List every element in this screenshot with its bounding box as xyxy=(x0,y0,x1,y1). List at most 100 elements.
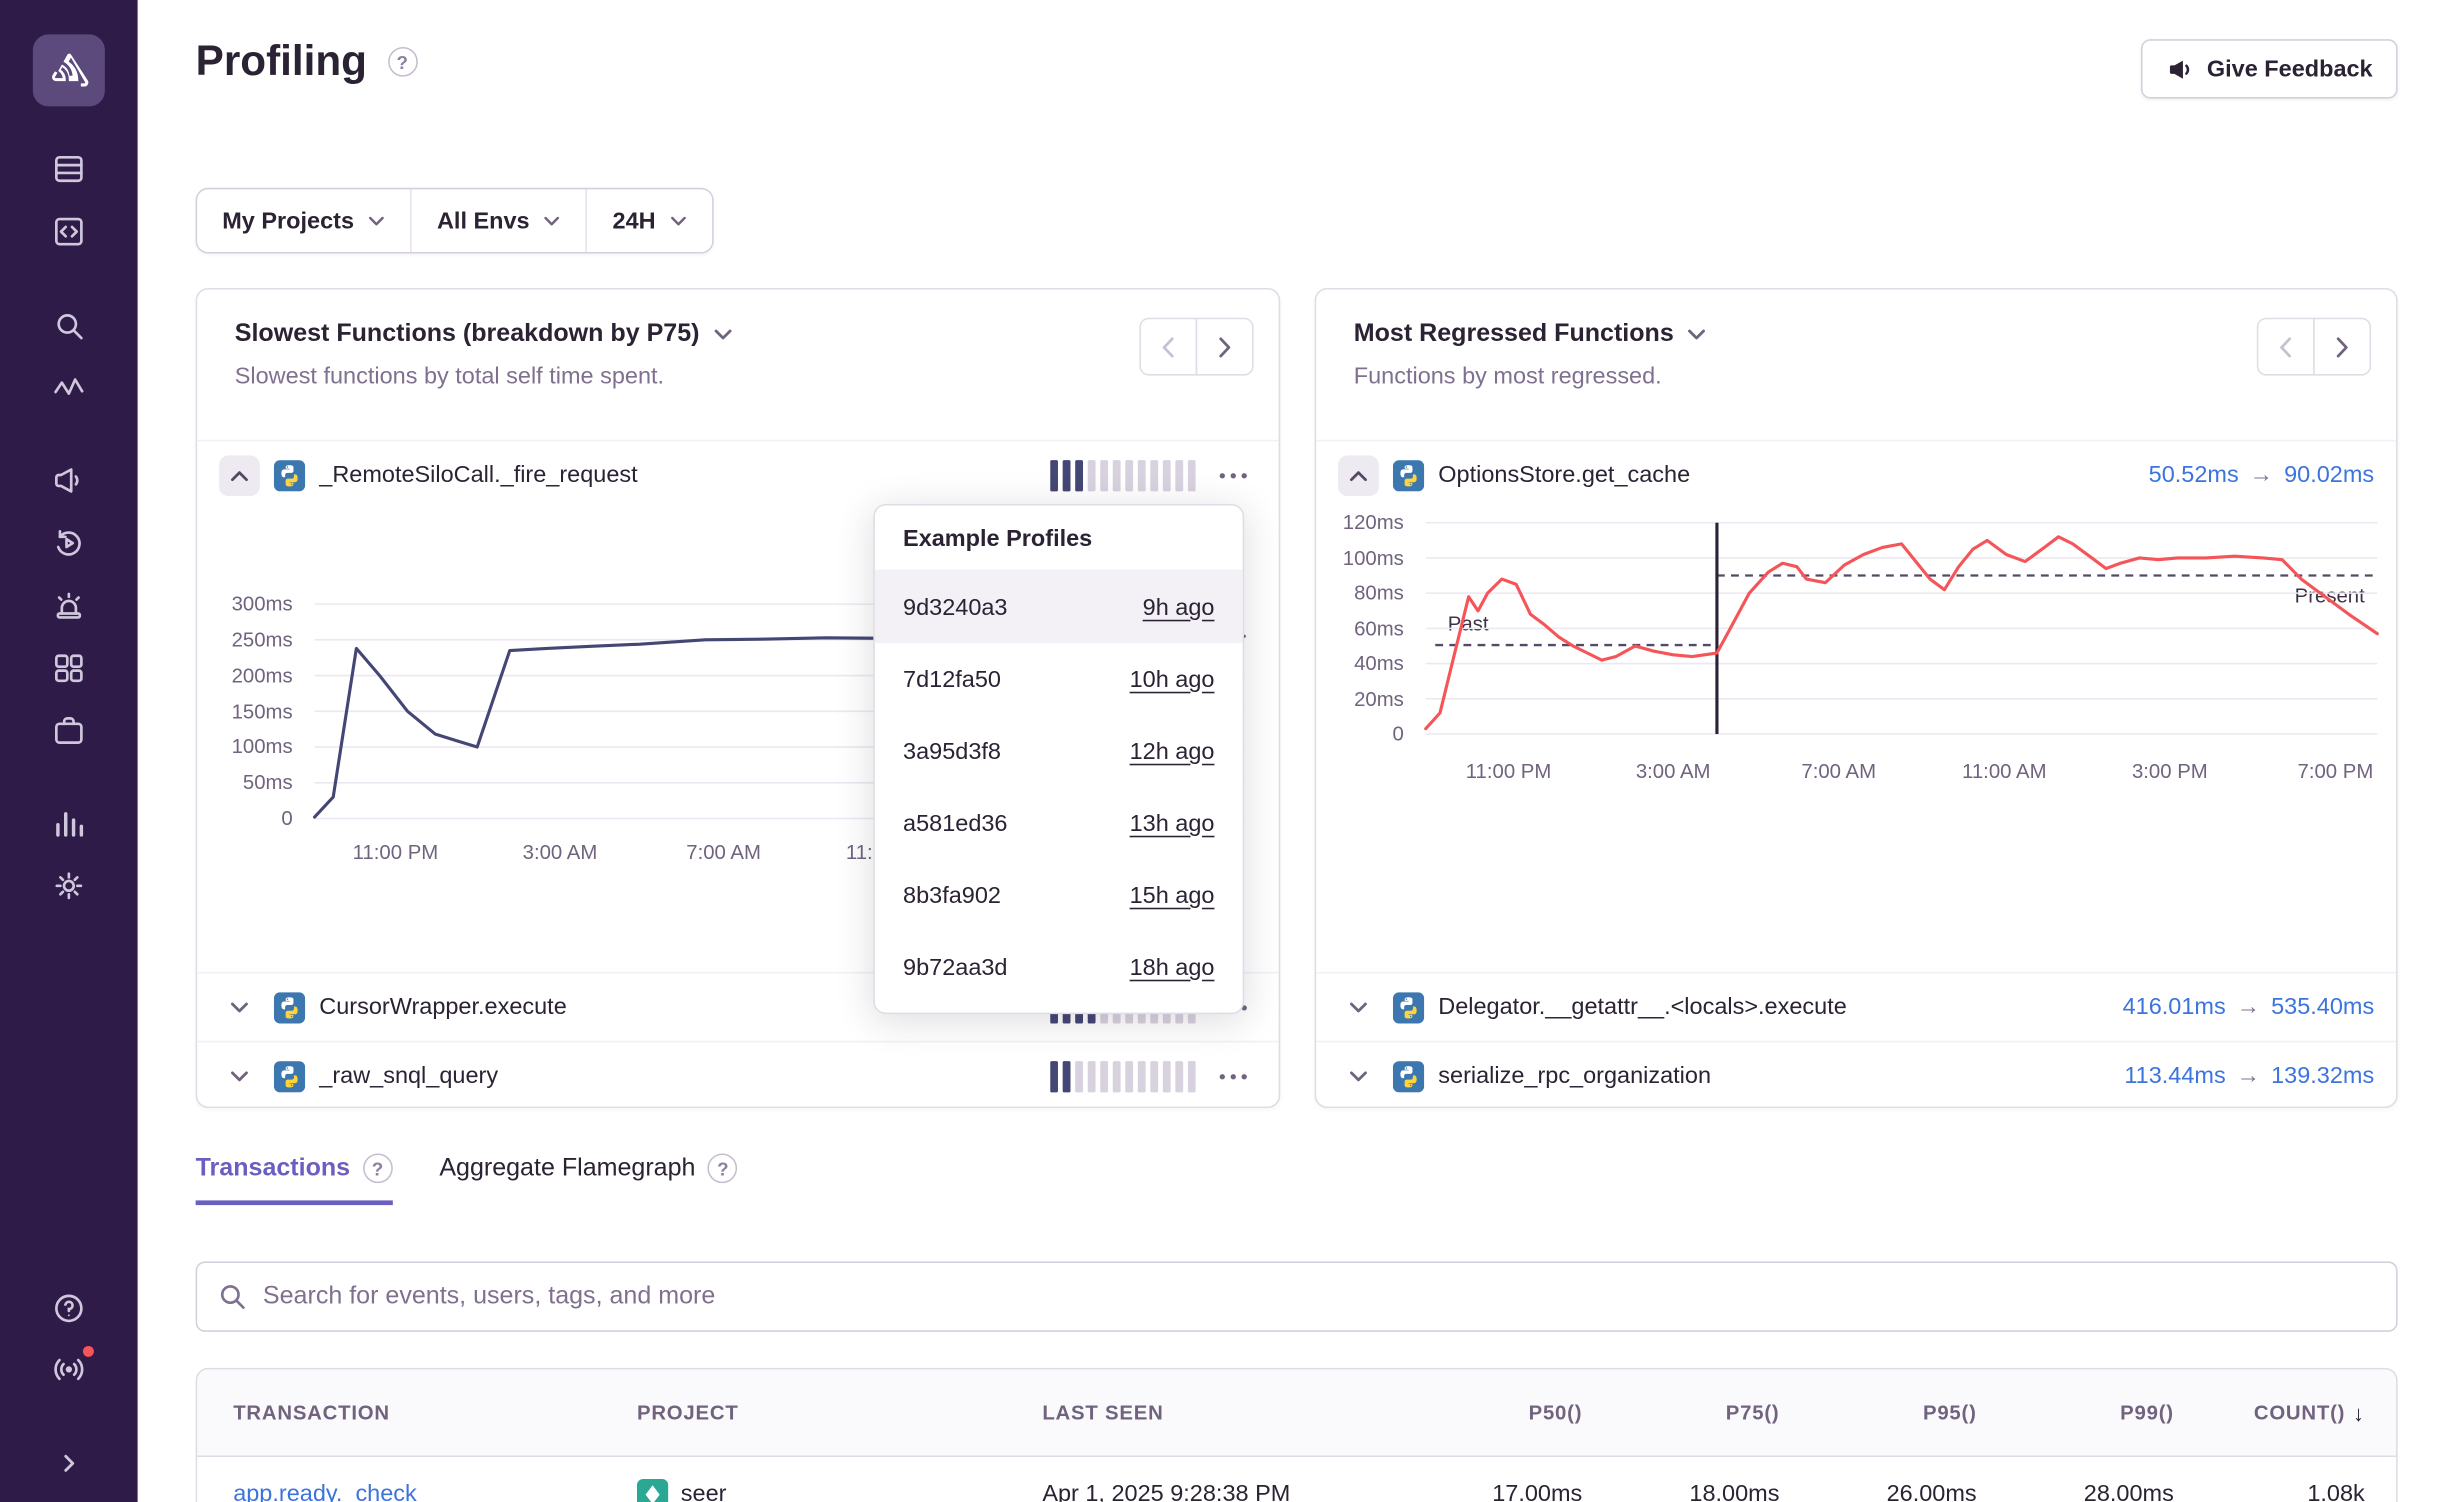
profile-item[interactable]: a581ed36 13h ago xyxy=(875,787,1243,859)
sidebar-item-help[interactable] xyxy=(47,1286,91,1330)
profile-id: a581ed36 xyxy=(903,810,1007,837)
expand-function-button[interactable] xyxy=(219,987,260,1028)
sidebar-item-dashboards[interactable] xyxy=(47,646,91,690)
flamegraph-help-icon[interactable]: ? xyxy=(708,1153,738,1183)
profile-item[interactable]: 8b3fa902 15h ago xyxy=(875,859,1243,931)
python-platform-icon xyxy=(1393,459,1424,490)
p75-cell: 18.00ms xyxy=(1582,1481,1779,1502)
sidebar-item-projects[interactable] xyxy=(47,709,91,753)
column-header-p95[interactable]: P95() xyxy=(1779,1401,1976,1424)
date-range-filter[interactable]: 24H xyxy=(586,189,712,252)
sidebar-item-feedback[interactable] xyxy=(47,459,91,503)
profile-age-link[interactable]: 15h ago xyxy=(1130,882,1215,909)
sidebar-item-settings[interactable] xyxy=(47,864,91,908)
sidebar xyxy=(0,0,138,1502)
project-cell[interactable]: seer xyxy=(637,1478,1042,1502)
profile-age-link[interactable]: 18h ago xyxy=(1130,954,1215,981)
function-name: _raw_snql_query xyxy=(319,1063,498,1090)
prev-page-button[interactable] xyxy=(2257,318,2315,376)
next-page-button[interactable] xyxy=(2313,318,2371,376)
function-options-button[interactable] xyxy=(1210,455,1257,496)
sidebar-item-explore[interactable] xyxy=(47,210,91,254)
panel-title: Most Regressed Functions xyxy=(1354,321,1674,349)
profile-age-link[interactable]: 9h ago xyxy=(1143,594,1215,621)
megaphone-icon xyxy=(2166,56,2193,83)
function-row[interactable]: _RemoteSiloCall._fire_request xyxy=(197,440,1278,509)
profile-item[interactable]: 3a95d3f8 12h ago xyxy=(875,715,1243,787)
function-options-button[interactable] xyxy=(1210,1056,1257,1097)
chevron-down-icon xyxy=(1688,329,1707,342)
profile-id: 9d3240a3 xyxy=(903,594,1007,621)
profile-age-link[interactable]: 10h ago xyxy=(1130,666,1215,693)
transactions-help-icon[interactable]: ? xyxy=(363,1153,393,1183)
replay-icon xyxy=(52,526,86,560)
python-platform-icon xyxy=(1393,991,1424,1022)
y-tick-label: 20ms xyxy=(1316,686,1404,709)
tab-transactions[interactable]: Transactions ? xyxy=(196,1153,393,1205)
collapse-function-button[interactable] xyxy=(1338,455,1379,496)
sidebar-item-replays[interactable] xyxy=(47,521,91,565)
y-tick-label: 150ms xyxy=(197,699,292,722)
regressed-function-row[interactable]: OptionsStore.get_cache 50.52ms → 90.02ms xyxy=(1316,440,2396,509)
profile-age-link[interactable]: 12h ago xyxy=(1130,738,1215,765)
collapse-function-button[interactable] xyxy=(219,455,260,496)
regressed-function-row[interactable]: Delegator.__getattr__.<locals>.execute 4… xyxy=(1316,972,2396,1041)
tab-aggregate-flamegraph[interactable]: Aggregate Flamegraph ? xyxy=(439,1153,737,1205)
sidebar-item-whats-new[interactable] xyxy=(47,1348,91,1392)
profile-item[interactable]: 9b72aa3d 18h ago xyxy=(875,931,1243,1003)
profile-id: 8b3fa902 xyxy=(903,882,1001,909)
profile-id: 3a95d3f8 xyxy=(903,738,1001,765)
sidebar-item-issues[interactable] xyxy=(47,147,91,191)
profile-id: 7d12fa50 xyxy=(903,666,1001,693)
column-header-count[interactable]: COUNT() ↓ xyxy=(2174,1400,2365,1425)
environment-filter[interactable]: All Envs xyxy=(410,189,586,252)
x-tick-label: 3:00 AM xyxy=(1603,759,1744,782)
column-header-p99[interactable]: P99() xyxy=(1977,1401,2174,1424)
most-regressed-title-dropdown[interactable]: Most Regressed Functions xyxy=(1354,321,2371,349)
transaction-link[interactable]: app.ready._check xyxy=(233,1481,417,1502)
seer-project-icon xyxy=(637,1478,668,1502)
sidebar-collapse-toggle[interactable] xyxy=(47,1441,91,1485)
function-row[interactable]: _raw_snql_query xyxy=(197,1041,1278,1110)
x-tick-label: 3:00 PM xyxy=(2099,759,2240,782)
column-header-p50[interactable]: P50() xyxy=(1390,1401,1583,1424)
sentry-logo-icon xyxy=(48,47,90,94)
project-filter-label: My Projects xyxy=(222,207,354,234)
column-header-transaction[interactable]: TRANSACTION xyxy=(233,1401,637,1424)
sidebar-item-traces[interactable] xyxy=(47,366,91,410)
sidebar-item-search[interactable] xyxy=(47,304,91,348)
expand-function-button[interactable] xyxy=(219,1056,260,1097)
popup-title: Example Profiles xyxy=(875,506,1243,572)
project-name: seer xyxy=(681,1481,727,1502)
profile-item[interactable]: 9d3240a3 9h ago xyxy=(875,571,1243,643)
give-feedback-button[interactable]: Give Feedback xyxy=(2141,39,2397,98)
profiling-help-icon[interactable]: ? xyxy=(387,47,417,77)
prev-page-button[interactable] xyxy=(1139,318,1197,376)
sidebar-item-stats[interactable] xyxy=(47,801,91,845)
slowest-functions-title-dropdown[interactable]: Slowest Functions (breakdown by P75) xyxy=(235,321,1254,349)
y-tick-label: 80ms xyxy=(1316,581,1404,604)
briefcase-icon xyxy=(52,714,86,748)
expand-function-button[interactable] xyxy=(1338,987,1379,1028)
arrow-right-icon: → xyxy=(2250,462,2273,489)
column-header-project[interactable]: PROJECT xyxy=(637,1401,1042,1424)
panel-title: Slowest Functions (breakdown by P75) xyxy=(235,321,700,349)
regressed-function-row[interactable]: serialize_rpc_organization 113.44ms → 13… xyxy=(1316,1041,2396,1110)
next-page-button[interactable] xyxy=(1196,318,1254,376)
regression-change: 113.44ms → 139.32ms xyxy=(2124,1063,2374,1090)
project-filter[interactable]: My Projects xyxy=(197,189,410,252)
profile-age-link[interactable]: 13h ago xyxy=(1130,810,1215,837)
sidebar-item-alerts[interactable] xyxy=(47,584,91,628)
column-header-last-seen[interactable]: LAST SEEN xyxy=(1042,1401,1389,1424)
environment-filter-label: All Envs xyxy=(437,207,530,234)
search-bar xyxy=(196,1261,2398,1331)
expand-function-button[interactable] xyxy=(1338,1056,1379,1097)
most-regressed-panel: Most Regressed Functions Functions by mo… xyxy=(1315,288,2398,1108)
chevron-right-icon xyxy=(1218,336,1232,358)
duration-before: 113.44ms xyxy=(2124,1063,2225,1090)
column-header-p75[interactable]: P75() xyxy=(1582,1401,1779,1424)
search-input[interactable] xyxy=(263,1283,2374,1311)
profile-item[interactable]: 7d12fa50 10h ago xyxy=(875,643,1243,715)
table-row[interactable]: app.ready._check seer Apr 1, 2025 9:28:3… xyxy=(196,1457,2398,1502)
sentry-logo[interactable] xyxy=(33,34,105,106)
